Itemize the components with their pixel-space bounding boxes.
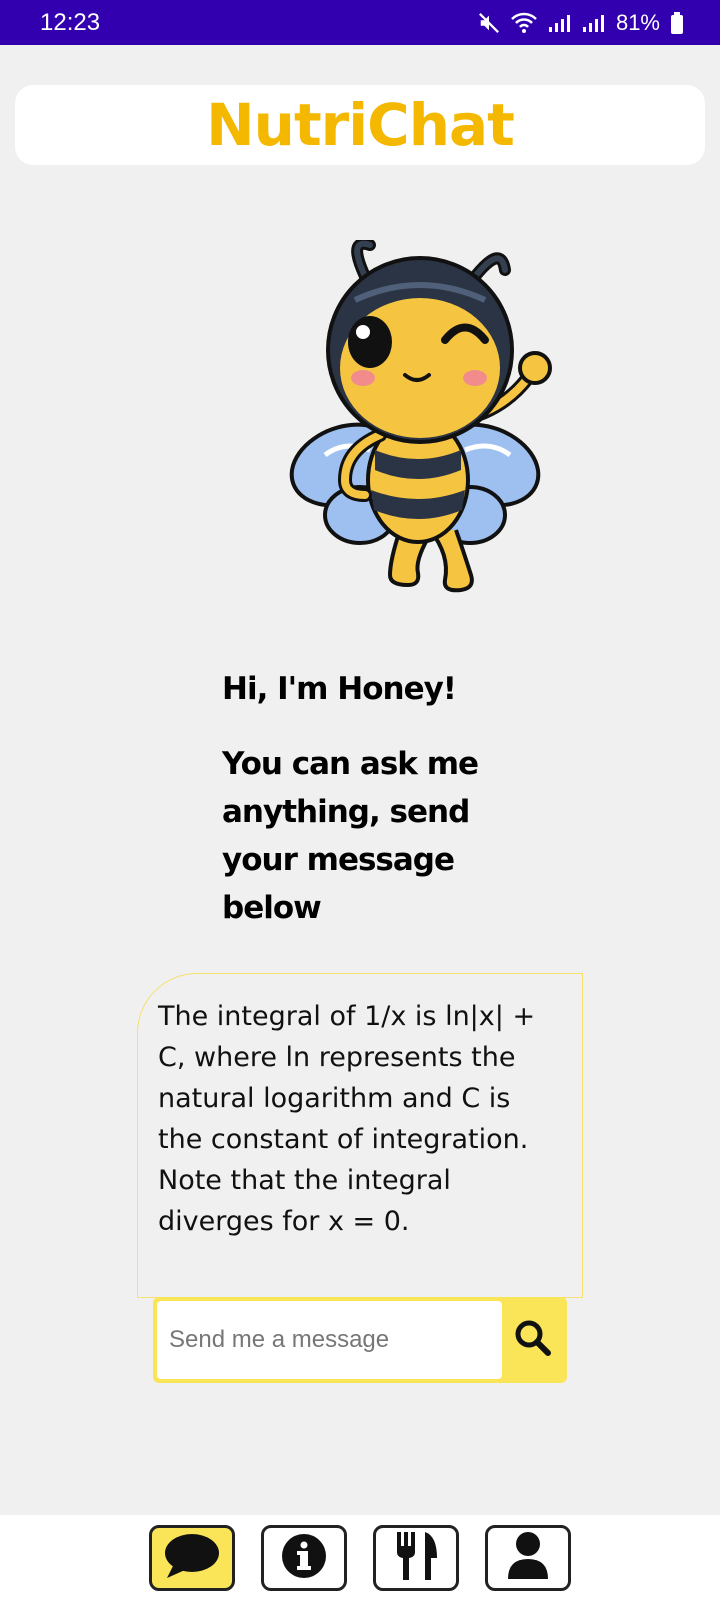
bottom-nav <box>0 1515 720 1600</box>
status-bar: 12:23 81% <box>0 0 720 45</box>
battery-icon <box>670 11 684 34</box>
nav-food-button[interactable] <box>373 1524 459 1591</box>
mute-icon <box>478 12 500 34</box>
fork-knife-icon <box>391 1530 441 1586</box>
send-button[interactable] <box>502 1301 563 1379</box>
message-input[interactable] <box>157 1301 502 1379</box>
battery-text: 81% <box>615 9 660 35</box>
greeting: Hi, I'm Honey! You can ask me anything, … <box>222 665 522 932</box>
nav-chat-button[interactable] <box>149 1524 235 1591</box>
greeting-title: Hi, I'm Honey! <box>222 671 457 707</box>
wifi-icon <box>510 12 538 34</box>
search-icon <box>513 1318 553 1362</box>
app-title: NutriChat <box>206 91 515 159</box>
greeting-subtitle: You can ask me anything, send your messa… <box>222 746 479 926</box>
info-icon <box>281 1533 327 1583</box>
status-icons: 81% <box>478 10 684 36</box>
header-card: NutriChat <box>15 85 705 165</box>
status-time: 12:23 <box>40 8 101 36</box>
user-icon <box>506 1531 550 1585</box>
signal-icon <box>548 13 572 33</box>
chat-icon <box>163 1532 221 1584</box>
nav-info-button[interactable] <box>261 1524 347 1591</box>
signal-icon <box>582 13 606 33</box>
message-input-bar <box>153 1297 567 1383</box>
bee-mascot-image <box>285 237 575 600</box>
response-bubble: The integral of 1/x is ln|x| + C, where … <box>137 973 583 1298</box>
nav-profile-button[interactable] <box>485 1524 571 1591</box>
response-text: The integral of 1/x is ln|x| + C, where … <box>158 1001 536 1237</box>
